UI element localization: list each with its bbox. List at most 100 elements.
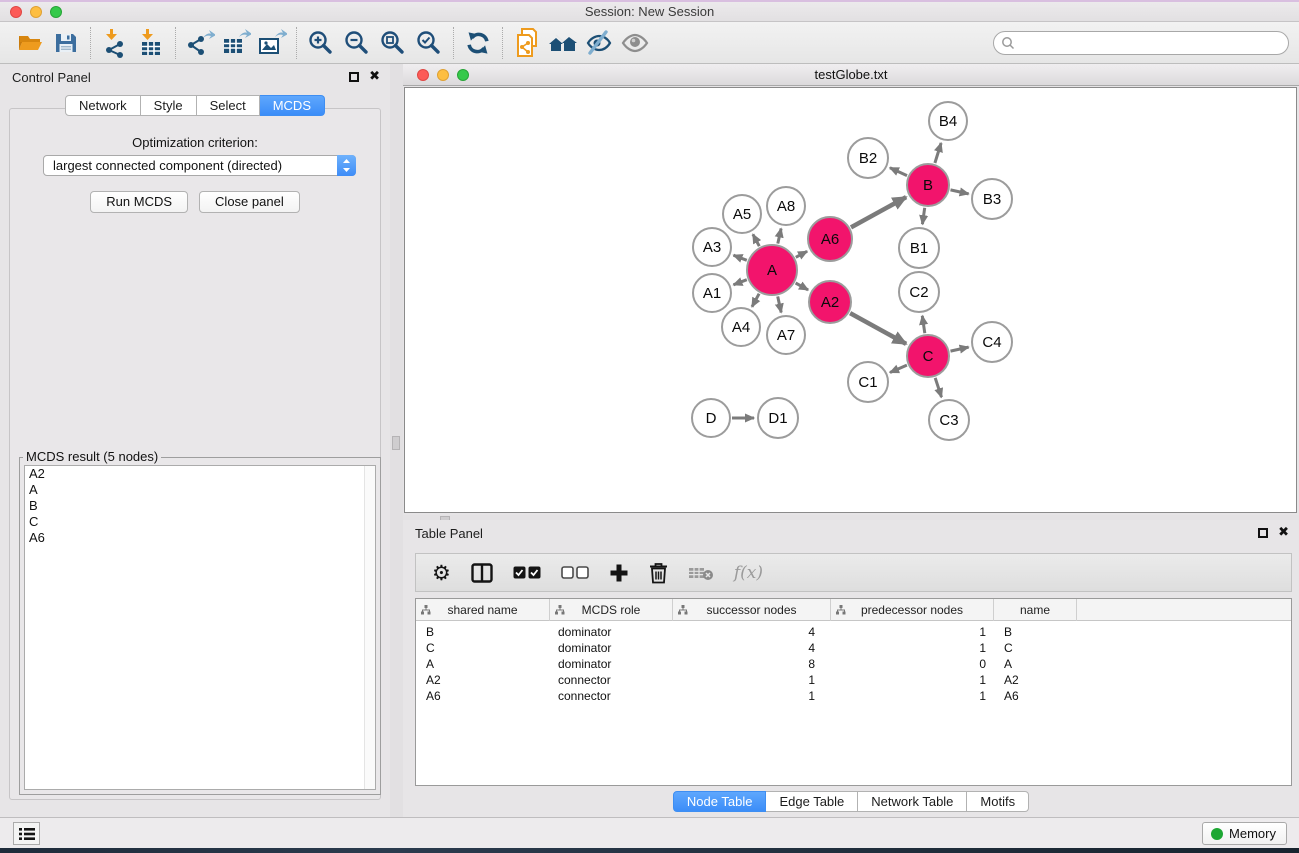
- close-table-panel-icon[interactable]: ✖: [1278, 526, 1289, 539]
- table-row[interactable]: A2connector11A2: [416, 672, 1291, 688]
- tab-style[interactable]: Style: [141, 95, 197, 116]
- graph-node-c2[interactable]: C2: [898, 271, 940, 313]
- table-cell[interactable]: A2: [994, 672, 1077, 688]
- column-header-predecessor-nodes[interactable]: predecessor nodes: [831, 599, 994, 621]
- close-panel-button[interactable]: Close panel: [199, 191, 300, 213]
- table-row[interactable]: A6connector11A6: [416, 688, 1291, 704]
- result-list-scrollbar[interactable]: [364, 466, 375, 789]
- network-document-icon[interactable]: [509, 27, 545, 59]
- table-cell[interactable]: 1: [831, 688, 994, 704]
- column-header-shared-name[interactable]: shared name: [416, 599, 550, 621]
- graph-node-a1[interactable]: A1: [692, 273, 732, 313]
- table-cell[interactable]: 1: [831, 672, 994, 688]
- open-session-icon[interactable]: [12, 27, 48, 59]
- graph-node-a2[interactable]: A2: [808, 280, 852, 324]
- table-cell[interactable]: C: [994, 640, 1077, 656]
- search-input[interactable]: [993, 31, 1289, 55]
- table-cell[interactable]: 4: [673, 624, 831, 640]
- close-panel-icon[interactable]: ✖: [369, 70, 380, 83]
- graph-node-a7[interactable]: A7: [766, 315, 806, 355]
- table-cell[interactable]: connector: [550, 672, 673, 688]
- graph-node-d[interactable]: D: [691, 398, 731, 438]
- table-cell[interactable]: 4: [673, 640, 831, 656]
- table-cell[interactable]: 1: [831, 640, 994, 656]
- select-all-checkbox-icon[interactable]: [513, 558, 541, 588]
- float-table-panel-icon[interactable]: [1258, 528, 1268, 538]
- table-row[interactable]: Bdominator41B: [416, 624, 1291, 640]
- tab-network[interactable]: Network: [65, 95, 141, 116]
- tab-select[interactable]: Select: [197, 95, 260, 116]
- result-list-item[interactable]: A6: [25, 530, 375, 546]
- add-column-icon[interactable]: [609, 558, 629, 588]
- result-list-item[interactable]: C: [25, 514, 375, 530]
- table-cell[interactable]: A6: [994, 688, 1077, 704]
- column-header-name[interactable]: name: [994, 599, 1077, 621]
- column-header-mcds-role[interactable]: MCDS role: [550, 599, 673, 621]
- save-session-icon[interactable]: [48, 27, 84, 59]
- result-list-item[interactable]: A: [25, 482, 375, 498]
- graph-node-c3[interactable]: C3: [928, 399, 970, 441]
- vertical-splitter[interactable]: [390, 64, 403, 817]
- tab-edge-table[interactable]: Edge Table: [766, 791, 858, 812]
- delete-table-icon[interactable]: [688, 558, 714, 588]
- table-cell[interactable]: connector: [550, 688, 673, 704]
- result-list-item[interactable]: B: [25, 498, 375, 514]
- splitter-grip[interactable]: [392, 436, 400, 450]
- float-panel-icon[interactable]: [349, 72, 359, 82]
- tab-mcds[interactable]: MCDS: [260, 95, 325, 116]
- table-row[interactable]: Adominator80A: [416, 656, 1291, 672]
- graph-node-a6[interactable]: A6: [807, 216, 853, 262]
- delete-icon[interactable]: [649, 558, 668, 588]
- column-view-icon[interactable]: [471, 558, 493, 588]
- import-network-icon[interactable]: [97, 27, 133, 59]
- hide-details-icon[interactable]: [581, 27, 617, 59]
- graph-node-b4[interactable]: B4: [928, 101, 968, 141]
- mcds-result-list[interactable]: A2ABCA6: [24, 465, 376, 790]
- table-cell[interactable]: A: [994, 656, 1077, 672]
- graph-node-d1[interactable]: D1: [757, 397, 799, 439]
- table-cell[interactable]: B: [994, 624, 1077, 640]
- graph-node-b1[interactable]: B1: [898, 227, 940, 269]
- node-table[interactable]: shared nameMCDS rolesuccessor nodesprede…: [415, 598, 1292, 786]
- home-icon[interactable]: [545, 27, 581, 59]
- export-table-icon[interactable]: [218, 27, 254, 59]
- settings-gear-icon[interactable]: ⚙: [432, 558, 451, 588]
- network-canvas[interactable]: B4B2BB3A8A5A6A3B1AA1C2A2A4A7C4CC1C3DD1: [404, 87, 1297, 513]
- table-cell[interactable]: 1: [673, 672, 831, 688]
- table-cell[interactable]: A2: [416, 672, 550, 688]
- apply-layout-icon[interactable]: [460, 27, 496, 59]
- table-cell[interactable]: dominator: [550, 640, 673, 656]
- zoom-in-icon[interactable]: [303, 27, 339, 59]
- memory-button[interactable]: Memory: [1202, 822, 1287, 845]
- export-network-icon[interactable]: [182, 27, 218, 59]
- table-cell[interactable]: C: [416, 640, 550, 656]
- zoom-selected-icon[interactable]: [411, 27, 447, 59]
- show-details-icon[interactable]: [617, 27, 653, 59]
- tab-motifs[interactable]: Motifs: [967, 791, 1029, 812]
- zoom-fit-icon[interactable]: [375, 27, 411, 59]
- table-cell[interactable]: 1: [673, 688, 831, 704]
- graph-node-a5[interactable]: A5: [722, 194, 762, 234]
- graph-node-a8[interactable]: A8: [766, 186, 806, 226]
- table-cell[interactable]: dominator: [550, 624, 673, 640]
- table-cell[interactable]: 1: [831, 624, 994, 640]
- tab-node-table[interactable]: Node Table: [673, 791, 767, 812]
- function-builder-icon[interactable]: f(x): [734, 558, 763, 588]
- graph-node-b3[interactable]: B3: [971, 178, 1013, 220]
- tab-network-table[interactable]: Network Table: [858, 791, 967, 812]
- deselect-all-checkbox-icon[interactable]: [561, 558, 589, 588]
- table-cell[interactable]: A: [416, 656, 550, 672]
- table-row[interactable]: Cdominator41C: [416, 640, 1291, 656]
- graph-node-a3[interactable]: A3: [692, 227, 732, 267]
- network-window-titlebar[interactable]: testGlobe.txt: [403, 64, 1299, 86]
- table-cell[interactable]: A6: [416, 688, 550, 704]
- table-cell[interactable]: B: [416, 624, 550, 640]
- graph-node-c[interactable]: C: [906, 334, 950, 378]
- table-cell[interactable]: 8: [673, 656, 831, 672]
- column-header-successor-nodes[interactable]: successor nodes: [673, 599, 831, 621]
- graph-node-c1[interactable]: C1: [847, 361, 889, 403]
- import-table-icon[interactable]: [133, 27, 169, 59]
- table-cell[interactable]: 0: [831, 656, 994, 672]
- result-list-item[interactable]: A2: [25, 466, 375, 482]
- graph-node-a4[interactable]: A4: [721, 307, 761, 347]
